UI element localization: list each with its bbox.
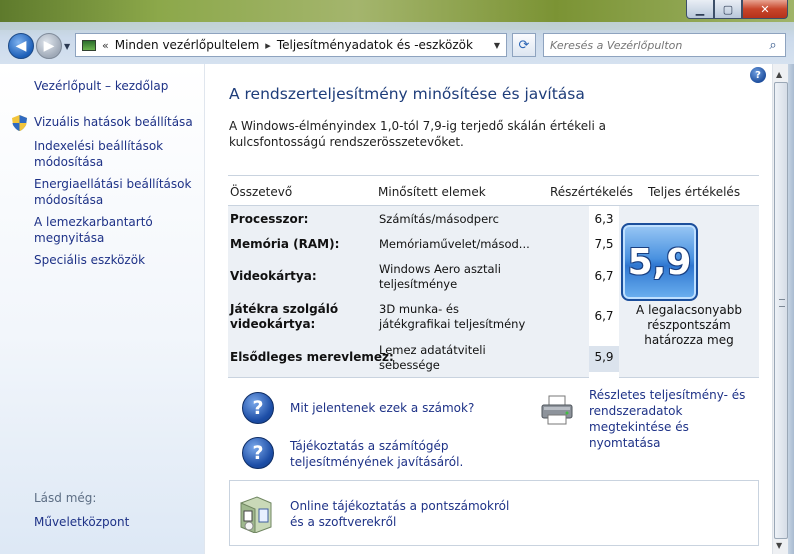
- maximize-button[interactable]: ▢: [714, 0, 742, 19]
- header-component: Összetevő: [230, 185, 293, 199]
- vertical-scrollbar[interactable]: ▲ ▼: [772, 64, 788, 554]
- base-score-note: A legalacsonyabb részpontszám határozza …: [636, 303, 742, 347]
- subscore-value: 6,3: [594, 212, 614, 226]
- forward-button[interactable]: ▶: [36, 33, 62, 59]
- improve-performance-link[interactable]: Tájékoztatás a számítógép teljesítményén…: [290, 438, 490, 470]
- breadcrumb-all-items[interactable]: Minden vezérlőpultelem: [115, 38, 260, 52]
- window-controls: ▁ ▢ ✕: [686, 0, 788, 20]
- search-icon[interactable]: ⌕: [764, 38, 782, 53]
- rated-item: Számítás/másodperc: [379, 212, 499, 226]
- scroll-up-icon[interactable]: ▲: [776, 70, 782, 79]
- page-title: A rendszerteljesítmény minősítése és jav…: [229, 85, 585, 103]
- subscore-value: 7,5: [594, 237, 614, 251]
- recent-pages-dropdown[interactable]: ▼: [64, 42, 70, 51]
- sidebar: Vezérlőpult – kezdőlap Vizuális hatások …: [0, 64, 205, 554]
- shield-icon: [12, 115, 27, 131]
- scroll-grip-icon: [779, 299, 785, 307]
- sidebar-item-disk-cleanup[interactable]: A lemezkarbantartó megnyitása: [34, 214, 199, 246]
- search-box[interactable]: ⌕: [543, 33, 786, 57]
- what-do-numbers-mean-link[interactable]: Mit jelentenek ezek a számok?: [290, 400, 474, 416]
- subscore-value: 5,9: [594, 350, 614, 364]
- online-info-link[interactable]: Online tájékoztatás a pontszámokról és a…: [290, 498, 520, 530]
- rated-item: Lemez adatátviteli sebessége: [379, 343, 486, 372]
- close-button[interactable]: ✕: [742, 0, 788, 19]
- breadcrumb-separator[interactable]: ▸: [265, 39, 271, 52]
- question-icon[interactable]: ?: [242, 392, 274, 424]
- subscore-value: 6,7: [594, 309, 614, 323]
- sidebar-item-visual-effects[interactable]: Vizuális hatások beállítása: [34, 114, 199, 130]
- address-bar[interactable]: « Minden vezérlőpultelem ▸ Teljesítménya…: [75, 33, 507, 57]
- control-panel-icon: [82, 39, 96, 51]
- see-also-action-center[interactable]: Műveletközpont: [34, 514, 129, 530]
- rated-item: 3D munka- és játékgrafikai teljesítmény: [379, 302, 526, 331]
- base-score-badge: 5,9: [621, 223, 698, 301]
- back-button[interactable]: ◀: [8, 33, 34, 59]
- sidebar-item-advanced-tools[interactable]: Speciális eszközök: [34, 252, 199, 268]
- component-name: Memória (RAM):: [230, 237, 340, 251]
- forward-arrow-icon: ▶: [43, 38, 55, 54]
- printer-icon[interactable]: [540, 395, 574, 425]
- software-box-icon[interactable]: [237, 493, 273, 533]
- table-header: Összetevő Minősített elemek Részértékelé…: [228, 175, 759, 206]
- rated-item: Windows Aero asztali teljesítménye: [379, 262, 501, 291]
- sidebar-item-indexing[interactable]: Indexelési beállítások módosítása: [34, 138, 199, 170]
- component-name: Játékra szolgáló videokártya:: [230, 302, 339, 331]
- sidebar-item-power[interactable]: Energiaellátási beállítások módosítása: [34, 176, 199, 208]
- page-description: A Windows-élményindex 1,0-tól 7,9-ig ter…: [229, 119, 606, 149]
- breadcrumb-performance[interactable]: Teljesítményadatok és -eszközök: [277, 38, 473, 52]
- help-icon[interactable]: ?: [750, 67, 766, 83]
- component-name: Processzor:: [230, 212, 309, 226]
- component-name: Videokártya:: [230, 269, 317, 283]
- window-frame-edge: [788, 64, 794, 554]
- refresh-icon: ⟳: [518, 37, 530, 53]
- minimize-button[interactable]: ▁: [686, 0, 714, 19]
- component-name: Elsődleges merevlemez:: [230, 350, 394, 364]
- scroll-down-icon[interactable]: ▼: [776, 541, 782, 550]
- detailed-info-link[interactable]: Részletes teljesítmény- és rendszeradato…: [589, 387, 761, 451]
- chevron-down-icon[interactable]: ▼: [494, 41, 500, 50]
- see-also-heading: Lásd még:: [34, 491, 97, 505]
- header-rated-items: Minősített elemek: [378, 185, 486, 199]
- refresh-button[interactable]: ⟳: [512, 33, 536, 57]
- sidebar-home-link[interactable]: Vezérlőpult – kezdőlap: [34, 78, 168, 94]
- search-input[interactable]: [550, 35, 764, 55]
- rated-item: Memóriaművelet/másod...: [379, 237, 530, 251]
- back-arrow-icon: ◀: [15, 38, 27, 54]
- header-subscore: Részértékelés: [550, 185, 634, 199]
- scrollbar-thumb[interactable]: [774, 82, 788, 539]
- subscore-value: 6,7: [594, 269, 614, 283]
- question-icon[interactable]: ?: [242, 437, 274, 469]
- address-overflow[interactable]: «: [102, 39, 109, 52]
- header-base-score: Teljes értékelés: [648, 185, 741, 199]
